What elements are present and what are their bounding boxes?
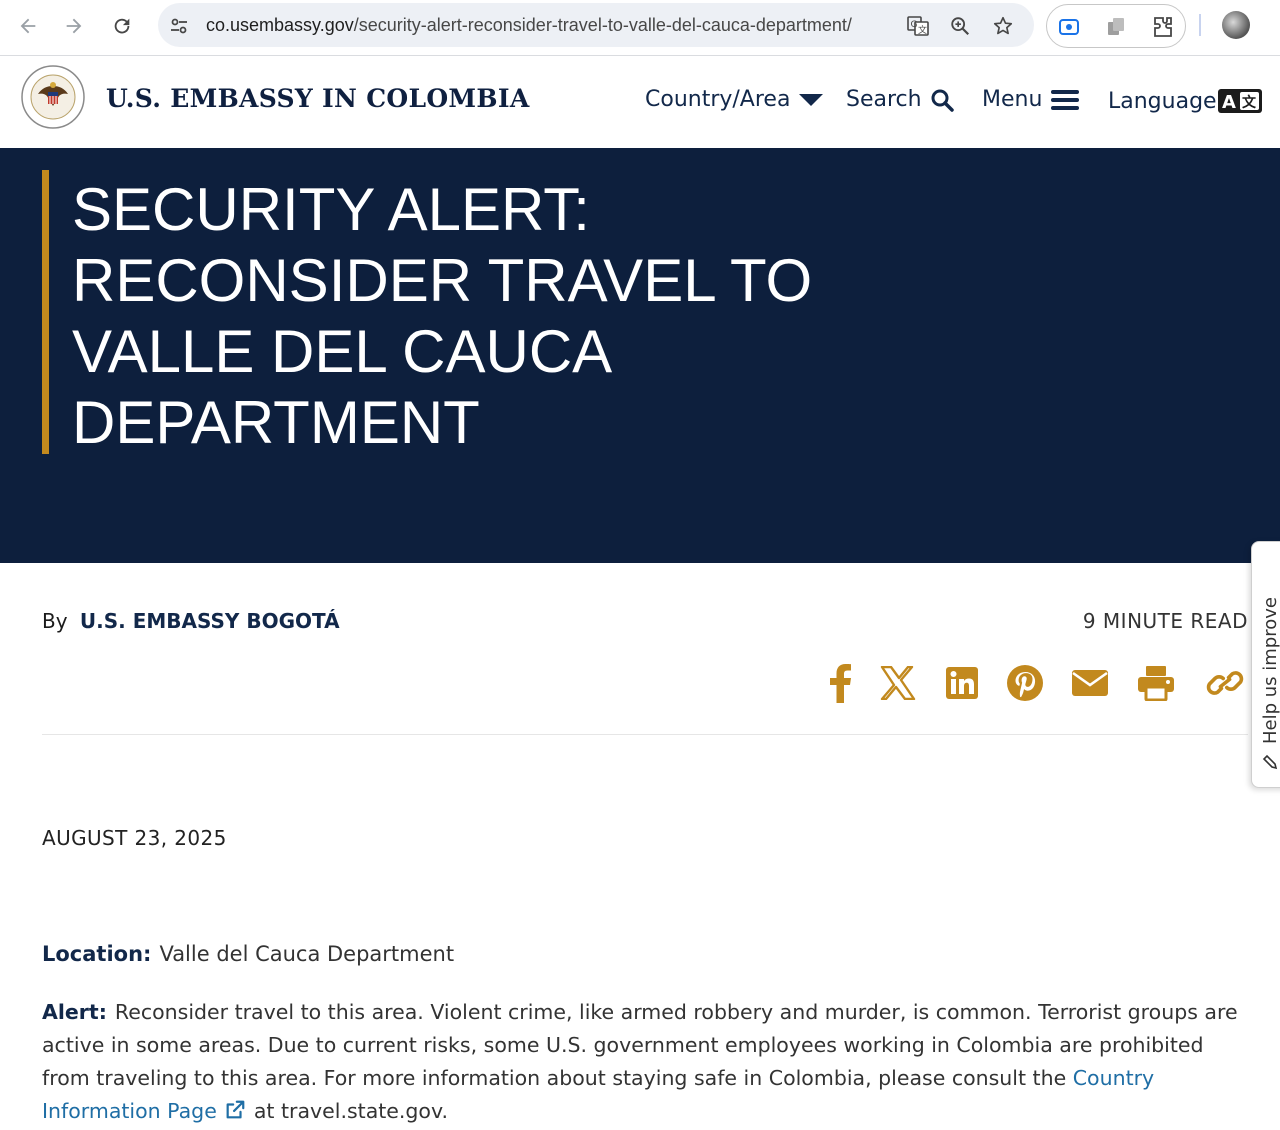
country-area-label: Country/Area bbox=[645, 87, 791, 112]
copy-extension-icon[interactable] bbox=[1102, 13, 1130, 41]
site-header: U.S. EMBASSY IN COLOMBIA Country/Area Se… bbox=[0, 57, 1280, 148]
embassy-seal-logo[interactable] bbox=[20, 64, 86, 130]
extensions-puzzle-icon[interactable] bbox=[1149, 13, 1177, 41]
external-link-icon bbox=[226, 1100, 245, 1119]
bookmark-star-icon[interactable] bbox=[989, 13, 1017, 39]
alert-tail: at travel.state.gov. bbox=[253, 1099, 449, 1123]
site-info-icon[interactable] bbox=[166, 13, 192, 39]
site-title[interactable]: U.S. EMBASSY IN COLOMBIA bbox=[106, 84, 530, 113]
menu-label: Menu bbox=[982, 87, 1043, 112]
print-icon[interactable] bbox=[1136, 660, 1176, 706]
read-time: 9 MINUTE READ bbox=[1082, 609, 1248, 633]
address-bar[interactable]: co.usembassy.gov/security-alert-reconsid… bbox=[158, 3, 1034, 47]
linkedin-icon[interactable] bbox=[942, 660, 982, 706]
translate-icon[interactable]: G文 bbox=[904, 13, 932, 39]
screen-capture-extension-icon[interactable] bbox=[1055, 13, 1083, 41]
alert-label: Alert: bbox=[42, 1000, 107, 1024]
hero-accent-bar bbox=[42, 170, 49, 454]
by-label: By bbox=[42, 609, 68, 633]
reload-button[interactable] bbox=[106, 10, 138, 42]
language-nav-button[interactable]: Language A文 bbox=[1108, 87, 1263, 115]
publish-date: AUGUST 23, 2025 bbox=[42, 826, 227, 850]
hamburger-menu-icon bbox=[1051, 89, 1080, 110]
forward-button[interactable] bbox=[58, 10, 90, 42]
feedback-tab[interactable]: Help us improve bbox=[1251, 541, 1280, 788]
location-paragraph: Location: Valle del Cauca Department bbox=[42, 942, 454, 966]
language-translate-icon: A文 bbox=[1217, 89, 1262, 113]
share-bar bbox=[820, 660, 1250, 708]
pinterest-icon[interactable] bbox=[1005, 660, 1045, 706]
edit-pencil-icon bbox=[1262, 754, 1278, 770]
caret-down-icon bbox=[799, 93, 824, 106]
divider bbox=[42, 734, 1248, 735]
toolbar-separator bbox=[1199, 14, 1201, 36]
alert-text: Reconsider travel to this area. Violent … bbox=[42, 1000, 1238, 1090]
language-label: Language bbox=[1108, 88, 1217, 114]
country-area-dropdown[interactable]: Country/Area bbox=[645, 87, 824, 112]
svg-text:文: 文 bbox=[918, 24, 927, 36]
svg-text:A: A bbox=[1222, 92, 1236, 113]
extensions-group bbox=[1046, 4, 1186, 48]
hero-banner: SECURITY ALERT: RECONSIDER TRAVEL TO VAL… bbox=[0, 148, 1280, 563]
email-icon[interactable] bbox=[1070, 660, 1110, 706]
location-value: Valle del Cauca Department bbox=[159, 942, 455, 966]
feedback-label: Help us improve bbox=[1260, 597, 1280, 770]
location-label: Location: bbox=[42, 942, 152, 966]
search-label: Search bbox=[846, 87, 922, 112]
back-arrow-icon bbox=[20, 18, 36, 34]
zoom-icon[interactable] bbox=[946, 13, 974, 39]
search-nav-button[interactable]: Search bbox=[846, 87, 954, 112]
url-host: co.usembassy.gov bbox=[206, 15, 354, 35]
forward-arrow-icon bbox=[66, 18, 82, 34]
byline: By U.S. EMBASSY BOGOTÁ bbox=[42, 609, 340, 633]
copy-link-icon[interactable] bbox=[1205, 660, 1245, 706]
search-icon bbox=[931, 89, 954, 112]
back-button[interactable] bbox=[12, 10, 44, 42]
profile-avatar[interactable] bbox=[1222, 11, 1250, 39]
reload-icon bbox=[114, 18, 130, 34]
alert-paragraph: Alert: Reconsider travel to this area. Vi… bbox=[42, 996, 1254, 1128]
menu-nav-button[interactable]: Menu bbox=[982, 87, 1080, 112]
svg-text:G: G bbox=[911, 20, 918, 30]
page-title: SECURITY ALERT: RECONSIDER TRAVEL TO VAL… bbox=[72, 176, 813, 456]
facebook-icon[interactable] bbox=[820, 660, 860, 706]
x-icon[interactable] bbox=[878, 660, 918, 706]
author-name: U.S. EMBASSY BOGOTÁ bbox=[79, 609, 340, 633]
url-text[interactable]: co.usembassy.gov/security-alert-reconsid… bbox=[206, 15, 852, 36]
svg-text:文: 文 bbox=[1242, 94, 1257, 111]
browser-toolbar: co.usembassy.gov/security-alert-reconsid… bbox=[0, 0, 1280, 56]
url-path: /security-alert-reconsider-travel-to-val… bbox=[353, 15, 852, 35]
